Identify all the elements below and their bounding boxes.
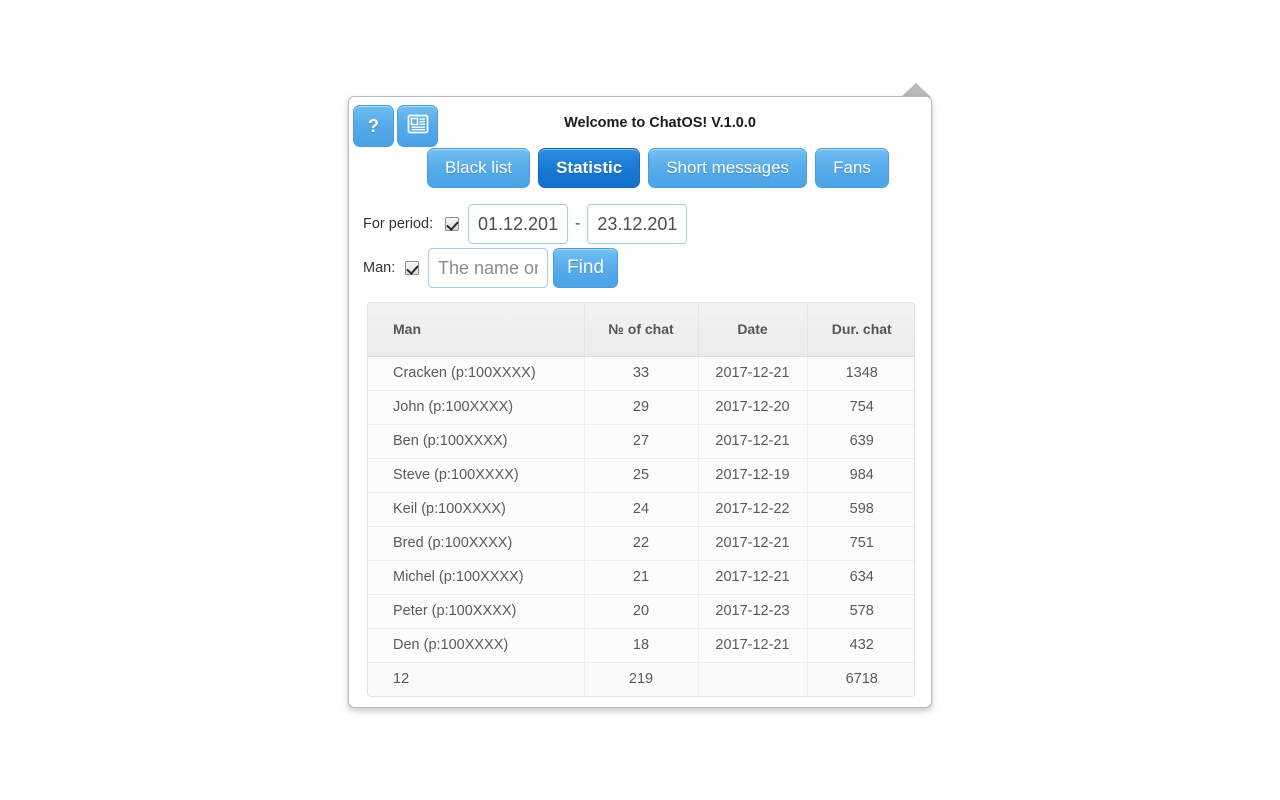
statistic-table-body: Cracken (p:100XXXX) 33 2017-12-21 1348 J… bbox=[368, 356, 914, 696]
cell-num: 18 bbox=[584, 628, 699, 663]
man-search-input[interactable] bbox=[428, 248, 548, 288]
man-filter-row: Man: Find bbox=[363, 246, 919, 290]
page-title: Welcome to ChatOS! V.1.0.0 bbox=[564, 115, 756, 131]
cell-dur: 1348 bbox=[807, 356, 914, 391]
total-cell-date bbox=[698, 662, 808, 696]
cell-date: 2017-12-21 bbox=[698, 424, 808, 459]
man-label: Man: bbox=[363, 260, 396, 276]
table-row[interactable]: John (p:100XXXX) 29 2017-12-20 754 bbox=[368, 390, 914, 425]
total-cell-count: 12 bbox=[368, 662, 585, 696]
cell-num: 33 bbox=[584, 356, 699, 391]
total-cell-dur: 6718 bbox=[807, 662, 914, 696]
period-checkbox[interactable] bbox=[445, 217, 459, 231]
screen: ? Welcome to ChatOS! V.1.0.0 Black list … bbox=[0, 0, 1280, 800]
tab-black-list[interactable]: Black list bbox=[427, 148, 531, 188]
cell-date: 2017-12-21 bbox=[698, 560, 808, 595]
cell-man: Ben (p:100XXXX) bbox=[368, 424, 585, 459]
column-header-date[interactable]: Date bbox=[698, 303, 808, 357]
date-range-separator: - bbox=[575, 215, 581, 232]
tab-short-messages[interactable]: Short messages bbox=[648, 148, 808, 188]
filter-form: For period: - Man: Find bbox=[363, 202, 919, 290]
total-cell-num: 219 bbox=[584, 662, 699, 696]
date-to-input[interactable] bbox=[587, 204, 688, 244]
period-label: For period: bbox=[363, 216, 434, 232]
chatos-popup-panel: ? Welcome to ChatOS! V.1.0.0 Black list … bbox=[348, 96, 1278, 708]
cell-num: 29 bbox=[584, 390, 699, 425]
table-total-row: 12 219 6718 bbox=[368, 662, 914, 696]
cell-dur: 639 bbox=[807, 424, 914, 459]
cell-man: Keil (p:100XXXX) bbox=[368, 492, 585, 527]
tab-statistic[interactable]: Statistic bbox=[538, 148, 641, 188]
tab-fans[interactable]: Fans bbox=[815, 148, 889, 188]
table-row[interactable]: Den (p:100XXXX) 18 2017-12-21 432 bbox=[368, 628, 914, 663]
cell-man: Peter (p:100XXXX) bbox=[368, 594, 585, 629]
statistic-table-container: Man № of chat Date Dur. chat Cracken (p:… bbox=[367, 302, 915, 697]
period-filter-row: For period: - bbox=[363, 202, 919, 246]
popup-arrow-fill bbox=[1252, 183, 1278, 196]
table-row[interactable]: Steve (p:100XXXX) 25 2017-12-19 984 bbox=[368, 458, 914, 493]
cell-date: 2017-12-21 bbox=[698, 628, 808, 663]
column-header-duration-chat[interactable]: Dur. chat bbox=[807, 303, 914, 357]
table-row[interactable]: Peter (p:100XXXX) 20 2017-12-23 578 bbox=[368, 594, 914, 629]
cell-date: 2017-12-22 bbox=[698, 492, 808, 527]
table-header-row: Man № of chat Date Dur. chat bbox=[368, 303, 914, 357]
table-row[interactable]: Bred (p:100XXXX) 22 2017-12-21 751 bbox=[368, 526, 914, 561]
popup-arrow-outline bbox=[901, 83, 931, 97]
cell-num: 21 bbox=[584, 560, 699, 595]
cell-dur: 578 bbox=[807, 594, 914, 629]
cell-date: 2017-12-20 bbox=[698, 390, 808, 425]
date-from-input[interactable] bbox=[468, 204, 568, 244]
table-row[interactable]: Cracken (p:100XXXX) 33 2017-12-21 1348 bbox=[368, 356, 914, 391]
column-header-number-of-chat[interactable]: № of chat bbox=[584, 303, 699, 357]
column-header-man[interactable]: Man bbox=[368, 303, 585, 357]
man-checkbox[interactable] bbox=[405, 261, 419, 275]
cell-date: 2017-12-19 bbox=[698, 458, 808, 493]
table-row[interactable]: Michel (p:100XXXX) 21 2017-12-21 634 bbox=[368, 560, 914, 595]
cell-man: Steve (p:100XXXX) bbox=[368, 458, 585, 493]
cell-num: 25 bbox=[584, 458, 699, 493]
cell-num: 24 bbox=[584, 492, 699, 527]
cell-num: 20 bbox=[584, 594, 699, 629]
cell-dur: 751 bbox=[807, 526, 914, 561]
cell-dur: 754 bbox=[807, 390, 914, 425]
table-row[interactable]: Ben (p:100XXXX) 27 2017-12-21 639 bbox=[368, 424, 914, 459]
tab-bar: Black list Statistic Short messages Fans bbox=[427, 148, 889, 188]
cell-num: 27 bbox=[584, 424, 699, 459]
cell-date: 2017-12-23 bbox=[698, 594, 808, 629]
cell-man: Bred (p:100XXXX) bbox=[368, 526, 585, 561]
cell-date: 2017-12-21 bbox=[698, 356, 808, 391]
statistic-table: Man № of chat Date Dur. chat Cracken (p:… bbox=[368, 303, 914, 696]
cell-dur: 634 bbox=[807, 560, 914, 595]
cell-num: 22 bbox=[584, 526, 699, 561]
table-row[interactable]: Keil (p:100XXXX) 24 2017-12-22 598 bbox=[368, 492, 914, 527]
cell-man: John (p:100XXXX) bbox=[368, 390, 585, 425]
cell-dur: 984 bbox=[807, 458, 914, 493]
cell-man: Cracken (p:100XXXX) bbox=[368, 356, 585, 391]
cell-date: 2017-12-21 bbox=[698, 526, 808, 561]
cell-dur: 598 bbox=[807, 492, 914, 527]
cell-man: Michel (p:100XXXX) bbox=[368, 560, 585, 595]
cell-man: Den (p:100XXXX) bbox=[368, 628, 585, 663]
find-button[interactable]: Find bbox=[553, 248, 618, 288]
cell-dur: 432 bbox=[807, 628, 914, 663]
